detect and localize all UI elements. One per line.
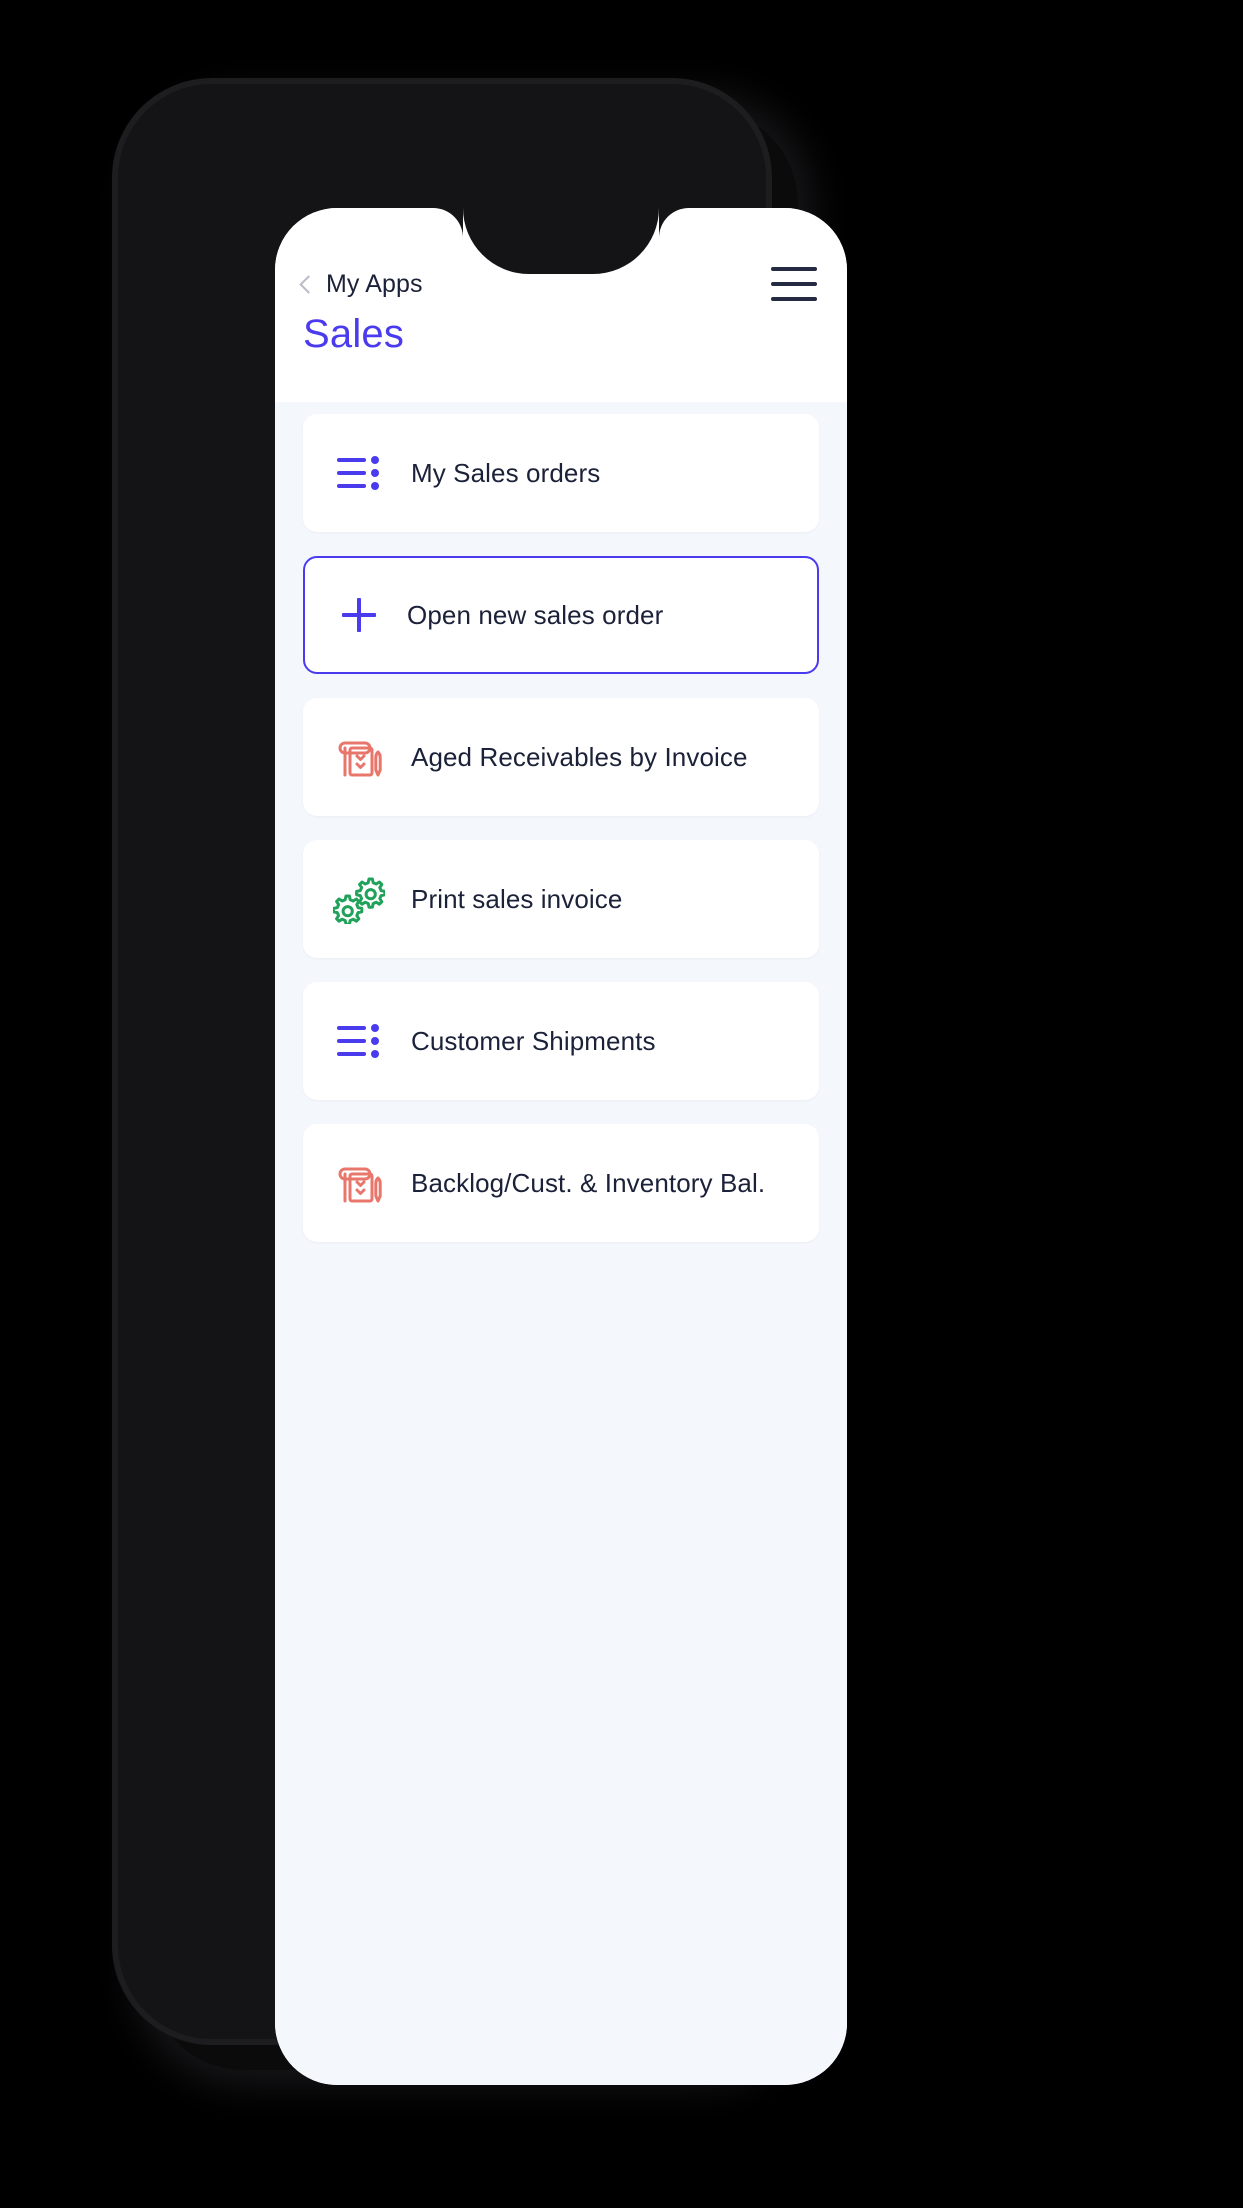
list-item[interactable]: Customer Shipments: [303, 982, 819, 1100]
hamburger-menu-icon[interactable]: [771, 267, 817, 301]
list-item[interactable]: Print sales invoice: [303, 840, 819, 958]
list-item-label: My Sales orders: [411, 457, 601, 488]
list-item-label: Print sales invoice: [411, 883, 623, 914]
hamburger-bar-2: [771, 282, 817, 286]
list-item[interactable]: Aged Receivables by Invoice: [303, 698, 819, 816]
gears-icon: [333, 873, 385, 925]
chevron-left-icon: [299, 274, 318, 294]
list-item[interactable]: My Sales orders: [303, 414, 819, 532]
app-header: My Apps Sales: [275, 208, 847, 402]
bullet-list-icon: [333, 447, 385, 499]
back-button-label: My Apps: [326, 269, 423, 298]
list-item-label: Customer Shipments: [411, 1025, 656, 1056]
back-button[interactable]: My Apps: [299, 270, 423, 299]
list-item[interactable]: Backlog/Cust. & Inventory Bal.: [303, 1124, 819, 1242]
clipboard-pen-icon: [333, 1157, 385, 1209]
bullet-list-icon: [333, 1015, 385, 1067]
list-item-label: Open new sales order: [407, 599, 664, 630]
plus-icon: [333, 589, 385, 641]
clipboard-pen-icon: [333, 731, 385, 783]
app-tile-list: My Sales orders Open new sales order Age…: [275, 402, 847, 2085]
list-item-label: Backlog/Cust. & Inventory Bal.: [411, 1167, 766, 1198]
page-title: Sales: [303, 312, 405, 356]
hamburger-bar-3: [771, 297, 817, 301]
hamburger-bar-1: [771, 267, 817, 271]
phone-frame: My Apps Sales My Sales orders Open new s…: [118, 84, 847, 2085]
list-item-label: Aged Receivables by Invoice: [411, 741, 748, 772]
navigation-row: My Apps: [275, 258, 847, 310]
screenshot-root: My Apps Sales My Sales orders Open new s…: [0, 0, 1243, 2208]
list-item[interactable]: Open new sales order: [303, 556, 819, 674]
notch-ear-right: [659, 208, 689, 238]
phone-screen: My Apps Sales My Sales orders Open new s…: [275, 208, 847, 2085]
notch-ear-left: [433, 208, 463, 238]
